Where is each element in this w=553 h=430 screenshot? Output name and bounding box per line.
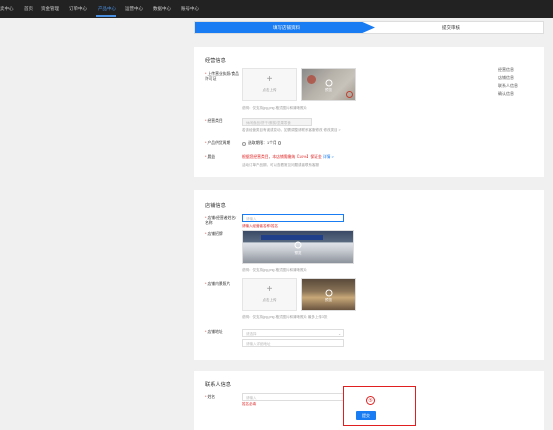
address-detail-input[interactable]: 请输入详细地址 (242, 339, 344, 347)
store-name-label: *店铺/经营者姓名/名称 (205, 216, 237, 225)
storefront-photo-preview[interactable]: 预览 (242, 230, 354, 264)
category-input: 休闲食品/饼干/蛋糕/坚果零食 (242, 118, 312, 126)
license-upload-box[interactable]: + 点击上传 (242, 68, 297, 101)
address-label: *店铺地址 (205, 330, 223, 334)
storefront-note: 说明：仅支持jpg,png 格式图片和清晰照片 (242, 268, 307, 272)
step-progress-bar: 填写店铺资料 提交审核 (194, 21, 544, 34)
annotation-highlight-box (343, 386, 416, 426)
nav-item-seller-center[interactable]: 卖中心 (0, 6, 14, 12)
zoom-icon[interactable] (325, 79, 332, 87)
category-note: 若该经营类目有误或变动，如需调整请联系客服修改 修改类目 > (242, 128, 341, 132)
step2-label: 提交审核 (442, 25, 460, 30)
active-nav-indicator (96, 15, 116, 17)
business-info-title: 经营信息 (205, 58, 226, 64)
nav-item-data[interactable]: 数据中心 (153, 6, 171, 12)
nav-item-orders[interactable]: 订单中心 (69, 6, 87, 12)
store-name-input[interactable]: 请输入 (242, 214, 344, 222)
license-note: 说明：仅支持jpg,png 格式图片和清晰照片 (242, 106, 307, 110)
contact-name-label: *姓名 (205, 395, 216, 399)
zoom-icon[interactable] (325, 289, 332, 297)
preview-text: 预览 (325, 88, 332, 93)
anchor-confirm-info[interactable]: 确认信息 (498, 90, 518, 98)
category-label: *经营类目 (205, 119, 223, 123)
period-radio[interactable] (242, 142, 246, 146)
storefront-label: *店铺招牌 (205, 232, 223, 236)
upload-text: 点击上传 (262, 298, 277, 303)
red-seal-icon (307, 75, 316, 84)
deposit-note: 活动订单产品期，可以查看常见问题或者联系客服 (242, 163, 319, 167)
plus-icon: + (266, 283, 273, 295)
submit-button[interactable]: 提交 (356, 411, 376, 420)
anchor-business-info[interactable]: 经营信息 (498, 66, 518, 74)
store-name-error: 请输入经营者名称/姓名 (242, 224, 278, 228)
deposit-label: *晨益 (205, 155, 216, 159)
business-info-card: 经营信息 *上传营业执照/食品许可证 + 点击上传 预览 说明：仅支持jpg,p… (194, 47, 544, 177)
anchor-contact-info[interactable]: 联系人信息 (498, 82, 518, 90)
interior-label: *店铺内景照片 (205, 282, 231, 286)
nav-item-account[interactable]: 账号中心 (181, 6, 199, 12)
store-info-title: 店铺信息 (205, 203, 226, 209)
preview-text: 预览 (325, 298, 332, 303)
step-marker-badge: ⑤ (366, 396, 375, 405)
preview-text: 预览 (294, 250, 302, 255)
contact-info-title: 联系人信息 (205, 382, 231, 388)
address-region-select[interactable]: 请选择 ⌄ (242, 329, 344, 337)
nav-item-finance[interactable]: 资金管理 (41, 6, 59, 12)
store-info-card: 店铺信息 *店铺/经营者姓名/名称 请输入 请输入经营者名称/姓名 *店铺招牌 … (194, 190, 544, 360)
upload-text: 点击上传 (262, 88, 277, 93)
interior-note: 说明：仅支持jpg,png 格式图片和清晰照片 最多上传3张 (242, 315, 328, 319)
contact-name-error: 姓名必填 (242, 402, 256, 406)
license-label: *上传营业执照/食品许可证 (205, 72, 239, 81)
period-label: *产品供货周期 (205, 141, 231, 145)
step-fill-store-info: 填写店铺资料 (195, 22, 375, 33)
interior-photo-preview[interactable]: 预览 (301, 278, 356, 311)
zoom-icon[interactable] (294, 241, 302, 249)
interior-upload-box[interactable]: + 点击上传 (242, 278, 297, 311)
anchor-store-info[interactable]: 店铺信息 (498, 74, 518, 82)
shop-sign (261, 235, 323, 240)
license-photo-preview[interactable]: 预览 (301, 68, 356, 101)
info-icon (277, 141, 282, 145)
deposit-value: 根据您经营类目，本店铺需缴纳【10%】保证金 详情 > (242, 155, 334, 159)
period-option: 选取期限：1个月 (248, 141, 282, 146)
nav-item-operations[interactable]: 运营中心 (125, 6, 143, 12)
plus-icon: + (266, 73, 273, 85)
nav-item-home[interactable]: 首页 (24, 6, 33, 12)
step1-label: 填写店铺资料 (273, 25, 300, 30)
deposit-detail-link[interactable]: 详情 > (323, 155, 334, 159)
nav-item-products[interactable]: 产品中心 (98, 6, 116, 12)
chevron-down-icon: ⌄ (338, 331, 341, 336)
contact-name-input[interactable]: 请输入 (242, 393, 344, 401)
side-anchor-nav: 经营信息 店铺信息 联系人信息 确认信息 (498, 66, 518, 98)
